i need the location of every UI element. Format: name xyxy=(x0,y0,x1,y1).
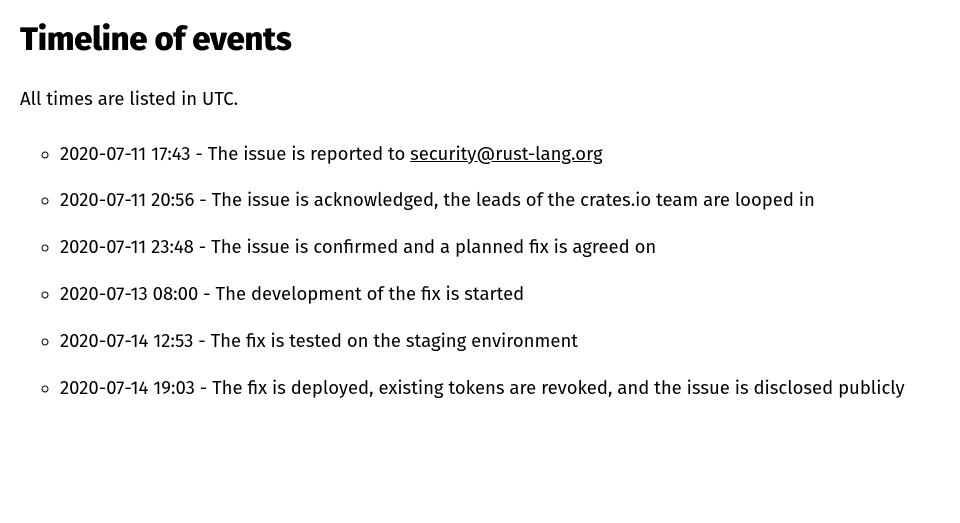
timeline-separator: - xyxy=(191,143,208,165)
timeline-timestamp: 2020-07-13 08:00 xyxy=(60,283,198,305)
timeline-text: The issue is reported to xyxy=(208,143,410,165)
timeline-text: The development of the fix is started xyxy=(216,283,525,305)
timeline-item: 2020-07-14 19:03 - The fix is deployed, … xyxy=(60,375,940,402)
timeline-heading: Timeline of events xyxy=(20,16,940,64)
timeline-timestamp: 2020-07-14 12:53 xyxy=(60,330,193,352)
timeline-timestamp: 2020-07-11 23:48 xyxy=(60,236,194,258)
timeline-list: 2020-07-11 17:43 - The issue is reported… xyxy=(20,141,940,402)
timeline-text: The fix is tested on the staging environ… xyxy=(211,330,578,352)
timeline-text: The issue is acknowledged, the leads of … xyxy=(212,189,815,211)
timeline-separator: - xyxy=(198,283,215,305)
timeline-separator: - xyxy=(194,189,211,211)
timeline-item: 2020-07-13 08:00 - The development of th… xyxy=(60,281,940,308)
timeline-link[interactable]: security@rust-lang.org xyxy=(410,143,602,165)
timeline-text: The issue is confirmed and a planned fix… xyxy=(211,236,656,258)
timeline-text: The fix is deployed, existing tokens are… xyxy=(212,377,905,399)
timeline-timestamp: 2020-07-14 19:03 xyxy=(60,377,195,399)
timeline-timestamp: 2020-07-11 17:43 xyxy=(60,143,191,165)
timeline-item: 2020-07-14 12:53 - The fix is tested on … xyxy=(60,328,940,355)
timeline-separator: - xyxy=(194,236,211,258)
timeline-separator: - xyxy=(193,330,210,352)
timeline-item: 2020-07-11 17:43 - The issue is reported… xyxy=(60,141,940,168)
timeline-item: 2020-07-11 23:48 - The issue is confirme… xyxy=(60,234,940,261)
timeline-separator: - xyxy=(195,377,212,399)
timeline-timestamp: 2020-07-11 20:56 xyxy=(60,189,194,211)
timeline-item: 2020-07-11 20:56 - The issue is acknowle… xyxy=(60,187,940,214)
timeline-intro: All times are listed in UTC. xyxy=(20,86,940,113)
